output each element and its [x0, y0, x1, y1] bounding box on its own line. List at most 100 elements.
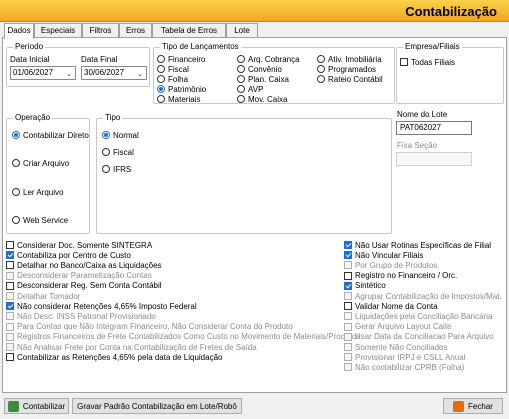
option-checkbox[interactable]: Não Usar Rotinas Específicas de Filial	[344, 240, 491, 250]
radio-indicator	[317, 75, 325, 83]
option-checkbox: Não Desc. INSS Patronal Provisionado	[6, 311, 156, 321]
option-checkbox[interactable]: Contabiliza por Centro de Custo	[6, 250, 131, 260]
fechar-button[interactable]: Fechar	[443, 398, 503, 414]
radio-indicator	[237, 75, 245, 83]
checkbox-indicator	[400, 58, 408, 66]
radio-convenio[interactable]: Convênio	[237, 64, 282, 74]
radio-label: Arq. Cobrança	[248, 54, 300, 64]
radio-tipo-fiscal[interactable]: Fiscal	[102, 147, 134, 157]
checkbox-label: Desconsiderar Parametização Contas	[17, 271, 152, 281]
radio-ler-arquivo[interactable]: Ler Arquivo	[12, 187, 63, 197]
option-checkbox[interactable]: Detalhar no Banco/Caixa as Liquidações	[6, 260, 162, 270]
radio-indicator-selected	[157, 85, 165, 93]
empresa-filiais-title: Empresa/Filiais	[403, 42, 462, 51]
checkbox-indicator	[344, 292, 352, 300]
option-checkbox[interactable]: Considerar Doc. Somente SINTEGRA	[6, 240, 152, 250]
contabilizar-icon	[7, 400, 19, 412]
checkbox-indicator	[344, 363, 352, 372]
nome-lote-input[interactable]: PAT062027	[396, 121, 472, 135]
radio-indicator	[237, 55, 245, 63]
radio-programados[interactable]: Programados	[317, 64, 376, 74]
checkbox-label: Liquidações pela Conciliação Bancária	[355, 311, 493, 321]
option-checkbox[interactable]: Não Vincular Filiais	[344, 250, 423, 260]
option-checkbox[interactable]: Não considerar Retenções 4,65% Imposto F…	[6, 301, 197, 311]
option-checkbox[interactable]: Desconsiderar Reg. Sem Conta Contábil	[6, 281, 162, 291]
radio-tipo-ifrs[interactable]: IFRS	[102, 164, 131, 174]
radio-indicator	[237, 85, 245, 93]
checkbox-indicator	[6, 343, 14, 351]
option-checkbox: Por Grupo de Produtos	[344, 260, 437, 270]
checkbox-indicator	[6, 353, 14, 362]
tab-lote[interactable]: Lote	[226, 23, 258, 38]
tab-dados[interactable]: Dados	[4, 23, 34, 39]
radio-label: Patrimônio	[168, 84, 207, 94]
radio-indicator	[237, 95, 245, 103]
data-inicial-picker[interactable]: 01/06/2027 ⌄	[10, 66, 76, 80]
todas-filiais-checkbox[interactable]: Todas Filiais	[400, 57, 455, 67]
radio-patrimonio[interactable]: Patrimônio	[157, 84, 206, 94]
radio-indicator	[317, 55, 325, 63]
radio-arq-cobranca[interactable]: Arq. Cobrança	[237, 54, 300, 64]
checkbox-indicator	[344, 312, 352, 321]
operacao-group: Operação Contabilizar Direto Criar Arqui…	[6, 113, 90, 234]
radio-tipo-normal[interactable]: Normal	[102, 130, 139, 140]
radio-avp[interactable]: AVP	[237, 84, 263, 94]
chevron-down-icon: ⌄	[66, 71, 72, 78]
gravar-padrao-button[interactable]: Gravar Padrão Contabilização em Lote/Rob…	[72, 398, 242, 414]
checkbox-indicator	[344, 343, 352, 351]
option-checkbox: Para Contas que Não Integram Financeiro,…	[6, 322, 293, 332]
contabilizar-button[interactable]: Contabilizar	[4, 398, 69, 414]
radio-label: Ativ. Imobiliária	[328, 54, 382, 64]
radio-ativ-imobiliaria[interactable]: Ativ. Imobiliária	[317, 54, 382, 64]
checkbox-label: Para Contas que Não Integram Financeiro,…	[17, 322, 293, 332]
fixa-secao-input[interactable]	[396, 152, 472, 166]
radio-contabilizar-direto[interactable]: Contabilizar Direto	[12, 130, 89, 140]
tipo-title: Tipo	[103, 113, 123, 122]
radio-indicator-selected	[102, 131, 110, 139]
radio-label: Fiscal	[113, 147, 134, 157]
data-inicial-value: 01/06/2027	[13, 68, 54, 77]
checkbox-label: Não contabilizar CPRB (Folha)	[355, 362, 465, 372]
tab-filtros[interactable]: Filtros	[82, 23, 119, 38]
tab-especiais[interactable]: Especiais	[34, 23, 82, 38]
option-checkbox[interactable]: Sintético	[344, 281, 386, 291]
tab-tabela-erros[interactable]: Tabela de Erros	[152, 23, 226, 38]
radio-materiais[interactable]: Materiais	[157, 94, 200, 104]
radio-criar-arquivo[interactable]: Criar Arquivo	[12, 158, 69, 168]
option-checkbox[interactable]: Validar Nome da Conta	[344, 301, 438, 311]
checkbox-indicator	[344, 353, 352, 362]
radio-indicator	[12, 216, 20, 224]
checkbox-indicator	[344, 322, 352, 331]
window-title: Contabilização	[405, 4, 497, 19]
checkbox-indicator	[344, 261, 352, 270]
radio-financeiro[interactable]: Financeiro	[157, 54, 205, 64]
radio-indicator	[237, 65, 245, 73]
radio-label: Normal	[113, 130, 139, 140]
radio-mov-caixa[interactable]: Mov. Caixa	[237, 94, 287, 104]
radio-label: AVP	[248, 84, 264, 94]
radio-rateio-contabil[interactable]: Rateio Contábil	[317, 74, 383, 84]
radio-folha[interactable]: Folha	[157, 74, 188, 84]
option-checkbox[interactable]: Registro no Financeiro / Orc.	[344, 271, 457, 281]
radio-web-service[interactable]: Web Service	[12, 215, 68, 225]
checkbox-label: Não considerar Retenções 4,65% Imposto F…	[17, 301, 197, 311]
checkbox-checked-indicator	[6, 251, 14, 260]
radio-fiscal[interactable]: Fiscal	[157, 64, 189, 74]
option-checkbox: Não Analisar Frete por Conta na Contabil…	[6, 342, 257, 352]
radio-indicator-selected	[12, 131, 20, 139]
radio-label: Web Service	[23, 215, 69, 225]
option-checkbox[interactable]: Contabilizar as Retenções 4,65% pela dat…	[6, 352, 222, 362]
data-final-picker[interactable]: 30/06/2027 ⌄	[81, 66, 147, 80]
tab-erros[interactable]: Erros	[119, 23, 152, 38]
gravar-padrao-label: Gravar Padrão Contabilização em Lote/Rob…	[77, 401, 237, 411]
checkbox-checked-indicator	[344, 281, 352, 290]
radio-indicator	[157, 65, 165, 73]
radio-indicator	[157, 55, 165, 63]
checkbox-label: Gerar Arquivo Layout Caite	[355, 322, 452, 332]
checkbox-indicator	[6, 281, 14, 290]
option-checkbox: Gerar Arquivo Layout Caite	[344, 322, 452, 332]
checkbox-checked-indicator	[344, 251, 352, 260]
contabilizar-label: Contabilizar	[22, 401, 66, 411]
checkbox-label: Validar Nome da Conta	[355, 301, 438, 311]
radio-plan-caixa[interactable]: Plan. Caixa	[237, 74, 289, 84]
